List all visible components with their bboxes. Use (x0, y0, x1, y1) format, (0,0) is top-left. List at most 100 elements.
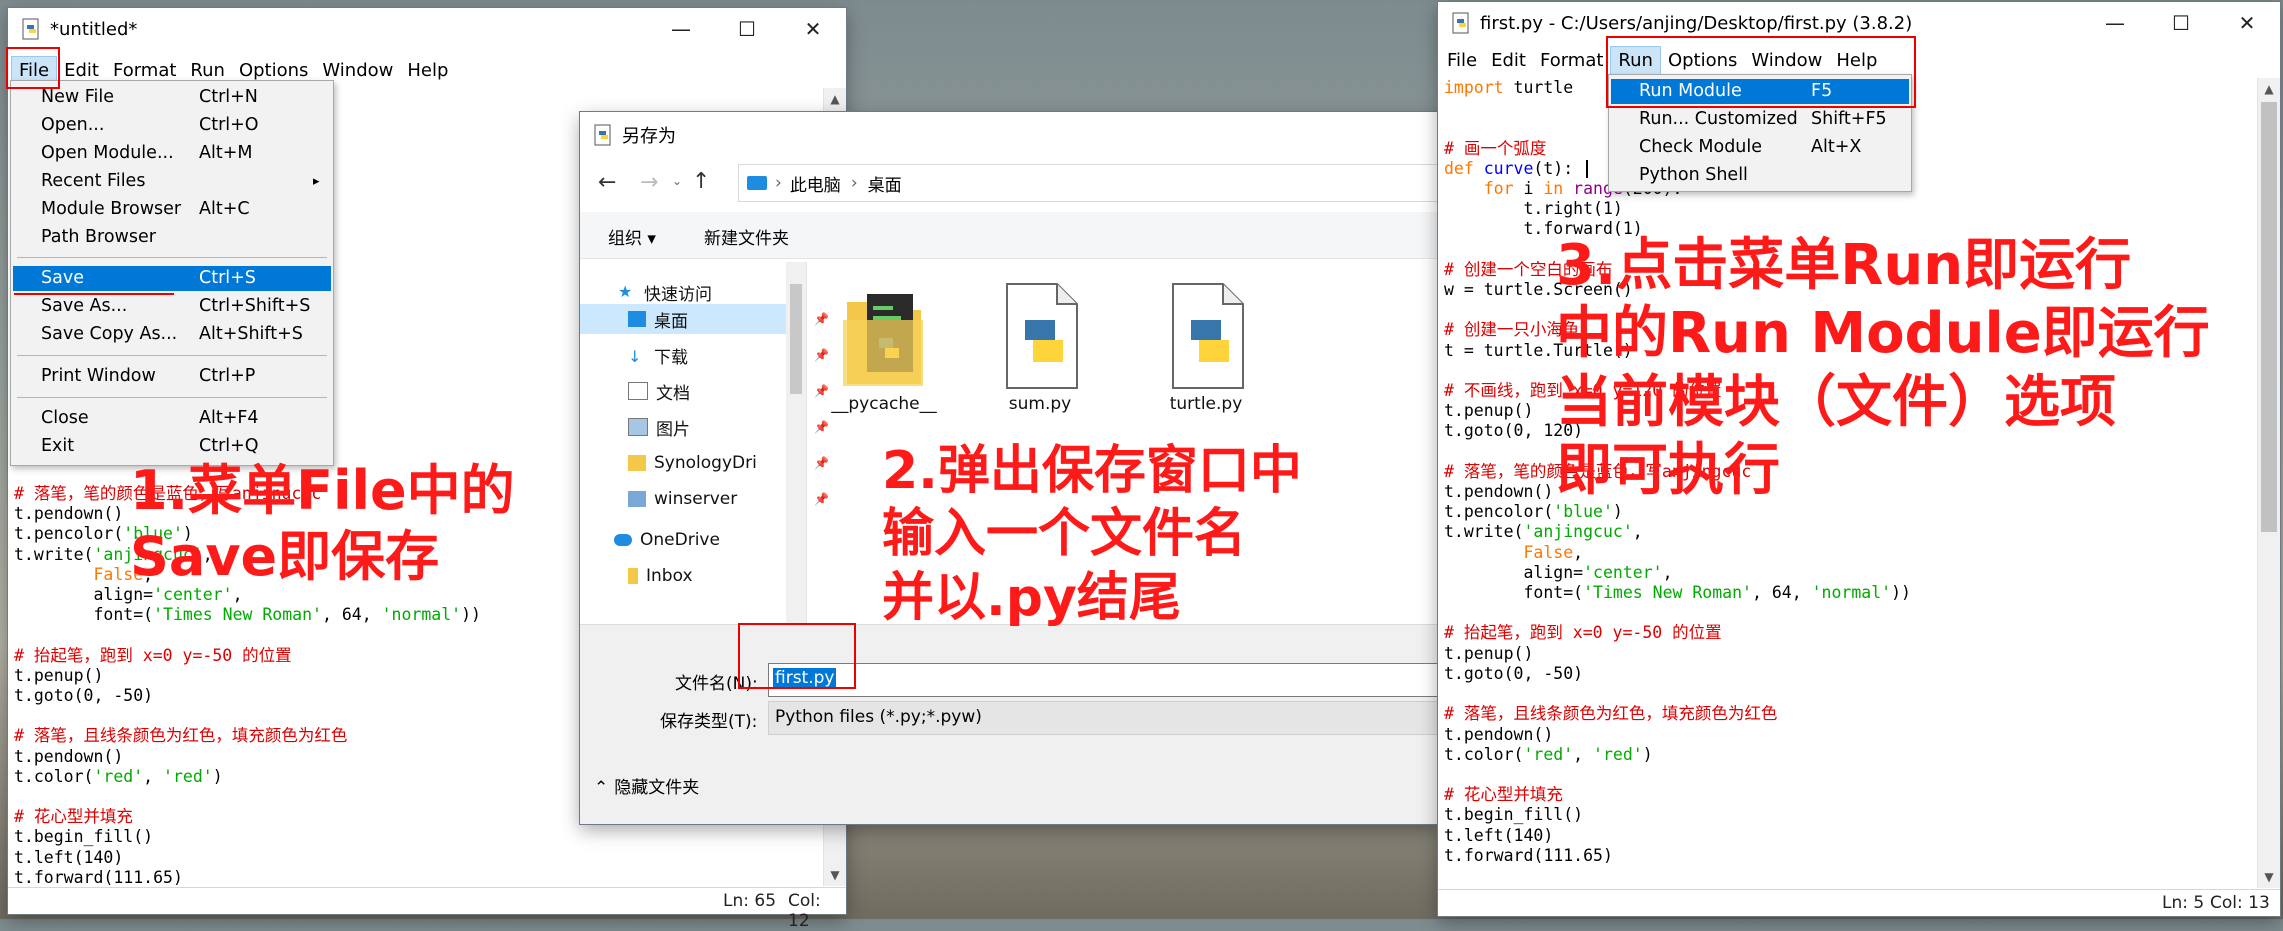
menu-item-accel: Ctrl+O (199, 115, 259, 135)
menu-file[interactable]: File (1440, 47, 1484, 75)
menu-item-close[interactable]: Close Alt+F4 (13, 406, 331, 431)
file-item-turtle-py[interactable]: turtle.py (1146, 280, 1266, 414)
code-string: 'red' (1523, 744, 1574, 764)
menu-item-label: Exit (41, 436, 75, 456)
highlight-run-menu (1606, 36, 1916, 108)
python-file-icon (1172, 283, 1244, 389)
python-file-icon (594, 124, 611, 146)
menu-item-open[interactable]: Open... Ctrl+O (13, 113, 331, 138)
nav-scrollbar[interactable] (786, 262, 806, 624)
filetype-select[interactable]: Python files (*.py;*.pyw) (768, 701, 1440, 735)
code-string: 'Times New Roman' (1583, 583, 1752, 603)
menu-item-accel: Ctrl+Shift+S (199, 296, 311, 316)
code-definition: curve (1473, 158, 1534, 178)
scroll-down-arrow-icon[interactable]: ▼ (824, 868, 846, 882)
menu-item-save[interactable]: Save Ctrl+S (13, 266, 331, 291)
filename-input[interactable]: first.py (768, 663, 1440, 697)
nav-pictures[interactable]: 图片 📌 (628, 415, 829, 440)
download-icon: ↓ (628, 347, 642, 366)
dialog-footer: 文件名(N): first.py 保存类型(T): Python files (… (580, 624, 1440, 824)
nav-quick-access[interactable]: ★ 快速访问 (618, 280, 712, 305)
maximize-icon[interactable]: ☐ (2148, 2, 2214, 44)
new-folder-button[interactable]: 新建文件夹 (704, 224, 789, 249)
star-icon: ★ (618, 282, 633, 301)
menu-item-save-copy-as[interactable]: Save Copy As... Alt+Shift+S (13, 322, 331, 347)
minimize-icon[interactable]: — (2082, 2, 2148, 44)
file-item-pycache[interactable]: __pycache__ (824, 280, 944, 414)
code-comment: # 抬起笔，跑到 x=0 y=-50 的位置 (14, 645, 292, 665)
menu-item-check-module[interactable]: Check Module Alt+X (1611, 135, 1909, 160)
breadcrumb-desktop[interactable]: 桌面 (868, 171, 902, 196)
status-column: Col: 13 (2210, 893, 2270, 913)
highlight-filename (738, 623, 856, 689)
nav-inbox[interactable]: Inbox (628, 564, 693, 588)
code-comment: # 花心型并填充 (1444, 785, 1563, 805)
menu-item-python-shell[interactable]: Python Shell (1611, 163, 1909, 188)
menu-item-label: Path Browser (41, 227, 156, 247)
code-string: 'red' (163, 766, 213, 786)
maximize-icon[interactable]: ☐ (714, 8, 780, 50)
menu-item-label: Recent Files (41, 171, 146, 191)
menu-item-save-as[interactable]: Save As... Ctrl+Shift+S (13, 294, 331, 319)
close-icon[interactable]: ✕ (780, 8, 846, 50)
file-name: sum.py (1008, 394, 1072, 414)
filetype-value: Python files (*.py;*.pyw) (775, 707, 982, 727)
menu-format[interactable]: Format (1533, 47, 1610, 75)
menu-help[interactable]: Help (400, 57, 455, 85)
scroll-thumb[interactable] (790, 284, 802, 394)
breadcrumb-this-pc[interactable]: 此电脑 (790, 171, 841, 196)
nav-winserver[interactable]: winserver 📌 (628, 487, 829, 511)
hide-folders-toggle[interactable]: ⌃ 隐藏文件夹 (594, 773, 699, 798)
status-bar: Ln: 65 Col: 12 (8, 887, 846, 931)
vertical-scrollbar[interactable]: ▲ ▼ (2257, 78, 2280, 888)
menu-edit[interactable]: Edit (1484, 47, 1533, 75)
menu-item-run-customized[interactable]: Run... Customized Shift+F5 (1611, 107, 1909, 132)
forward-arrow-icon[interactable]: → (640, 170, 658, 195)
nav-desktop[interactable]: 桌面 📌 (628, 307, 829, 332)
back-arrow-icon[interactable]: ← (598, 170, 616, 195)
code-token: align= (1523, 562, 1584, 582)
history-dropdown-icon[interactable]: ⌄ (672, 174, 682, 188)
file-item-sum-py[interactable]: sum.py (980, 280, 1100, 414)
file-name: turtle.py (1169, 394, 1243, 414)
menu-item-path-browser[interactable]: Path Browser (13, 225, 331, 250)
menu-item-recent-files[interactable]: Recent Files ▸ (13, 169, 331, 194)
code-token: )) (1891, 583, 1911, 603)
annotation-step-2: 2.弹出保存窗口中 输入一个文件名 并以.py结尾 (882, 441, 1302, 628)
menu-item-module-browser[interactable]: Module Browser Alt+C (13, 197, 331, 222)
computer-icon (747, 176, 767, 190)
nav-documents[interactable]: 文档 📌 (628, 379, 829, 404)
close-icon[interactable]: ✕ (2214, 2, 2280, 44)
address-row: ← → ⌄ ↑ › 此电脑 › 桌面 (580, 160, 1440, 206)
scroll-up-arrow-icon[interactable]: ▲ (2258, 82, 2280, 96)
code-token: )) (461, 605, 481, 625)
nav-synologydrive[interactable]: SynologyDri 📌 (628, 451, 829, 475)
code-token: turtle (1503, 78, 1574, 97)
menu-item-new-file[interactable]: New File Ctrl+N (13, 85, 331, 110)
scroll-down-arrow-icon[interactable]: ▼ (2258, 870, 2280, 884)
scroll-up-arrow-icon[interactable]: ▲ (824, 92, 846, 106)
address-bar[interactable]: › 此电脑 › 桌面 (738, 164, 1440, 202)
nav-label: 图片 (656, 419, 690, 440)
scroll-thumb[interactable] (2261, 102, 2277, 532)
nav-downloads[interactable]: ↓ 下载 📌 (628, 343, 829, 368)
code-token: , 64, (1751, 583, 1812, 603)
python-file-icon (1006, 283, 1078, 389)
documents-icon (628, 382, 648, 400)
minimize-icon[interactable]: — (648, 8, 714, 50)
code-token: , (1573, 542, 1584, 562)
status-bar: Ln: 5 Col: 13 (1438, 889, 2280, 916)
menu-item-print-window[interactable]: Print Window Ctrl+P (13, 364, 331, 389)
menu-item-exit[interactable]: Exit Ctrl+Q (13, 434, 331, 459)
menu-item-accel: Alt+M (199, 143, 253, 163)
up-arrow-icon[interactable]: ↑ (692, 169, 710, 194)
code-line: t.begin_fill() (1444, 805, 1584, 825)
organize-button[interactable]: 组织 ▾ (608, 224, 656, 249)
menu-item-accel: Alt+C (199, 199, 250, 219)
title-bar[interactable]: *untitled* — ☐ ✕ (8, 8, 846, 50)
menu-item-accel: Ctrl+S (199, 268, 256, 288)
nav-onedrive[interactable]: OneDrive (614, 528, 720, 552)
dialog-title-bar[interactable]: 另存为 (580, 112, 1440, 158)
menu-item-label: Print Window (41, 366, 156, 386)
menu-item-open-module[interactable]: Open Module... Alt+M (13, 141, 331, 166)
